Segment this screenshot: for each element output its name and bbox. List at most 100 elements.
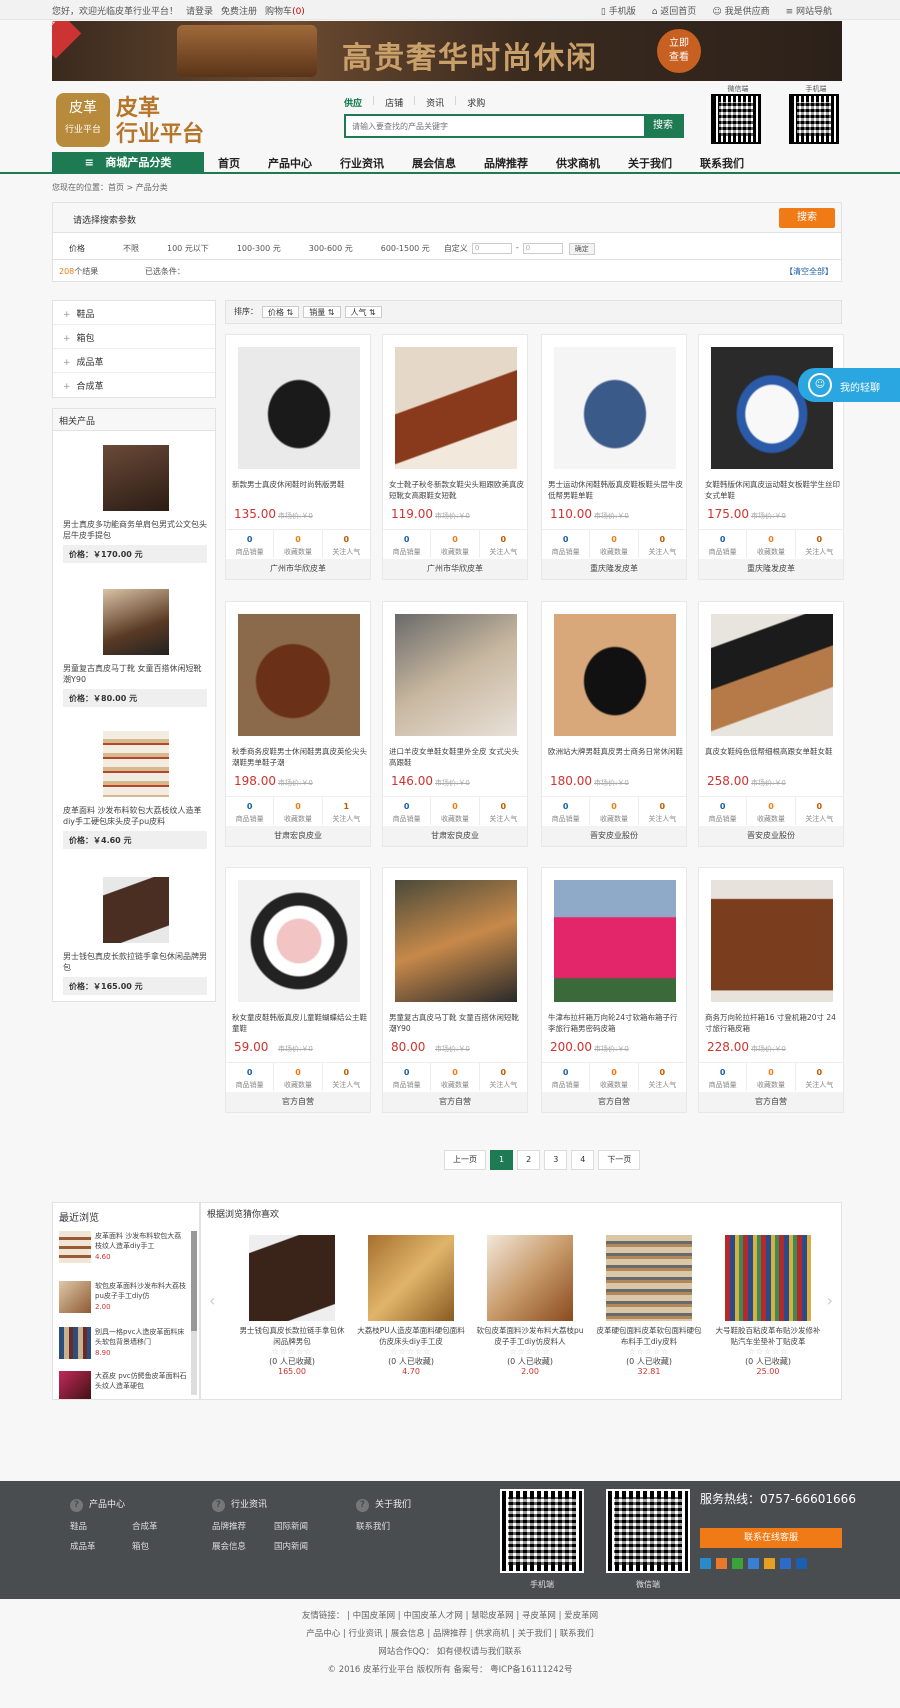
category-menu-button[interactable]: ≡ 商城产品分类 bbox=[52, 152, 204, 174]
recent-item[interactable]: 别具一格pvc人造皮革面料床头软包背景墙移门 8.90 bbox=[59, 1327, 193, 1367]
product-image[interactable] bbox=[554, 614, 676, 736]
prev-page-button[interactable]: 上一页 bbox=[444, 1150, 486, 1170]
register-link[interactable]: 免费注册 bbox=[221, 4, 257, 17]
footer-link[interactable]: 国际新闻 bbox=[274, 1520, 336, 1532]
footer-link[interactable]: 成品革 bbox=[70, 1540, 132, 1552]
nav-trade[interactable]: 供求商机 bbox=[556, 155, 600, 171]
page-button[interactable]: 2 bbox=[517, 1150, 541, 1170]
search-tab-news[interactable]: 资讯 bbox=[426, 96, 444, 109]
home-link[interactable]: ⌂ 返回首页 bbox=[652, 4, 697, 17]
friend-links[interactable]: 友情链接： | 中国皮革网 | 中国皮革人才网 | 慧聪皮革网 | 寻皮革网 |… bbox=[0, 1607, 900, 1625]
price-option[interactable]: 100-300 元 bbox=[237, 243, 281, 255]
product-name[interactable]: 秋女童皮鞋韩版真皮儿童鞋蝴蝶结公主鞋童鞋 bbox=[232, 1012, 368, 1034]
share-icon[interactable] bbox=[716, 1558, 727, 1569]
guess-item[interactable]: 大荔枝PU人造皮革面料硬包面料仿皮床头diy手工皮 ☆☆☆☆☆ (0 人已收藏)… bbox=[356, 1235, 466, 1376]
share-icon[interactable] bbox=[732, 1558, 743, 1569]
page-button[interactable]: 1 bbox=[490, 1150, 514, 1170]
bottom-nav-links[interactable]: 产品中心 | 行业资讯 | 展会信息 | 品牌推荐 | 供求商机 | 关于我们 … bbox=[0, 1625, 900, 1643]
price-option[interactable]: 600-1500 元 bbox=[381, 243, 430, 255]
footer-link[interactable]: 鞋品 bbox=[70, 1520, 132, 1532]
shop-name[interactable]: 官方自营 bbox=[542, 1092, 686, 1112]
chevron-right-icon[interactable]: › bbox=[827, 1291, 833, 1310]
product-card[interactable]: 新款男士真皮休闲鞋时尚韩版男鞋 135.00 市场价:￥0 0 商品销量 0 收藏数… bbox=[225, 334, 371, 580]
product-name[interactable]: 女鞋韩版休闲真皮运动鞋女板鞋学生丝印女式单鞋 bbox=[705, 479, 841, 501]
category-item[interactable]: + 合成革 bbox=[53, 373, 215, 397]
category-item[interactable]: + 成品革 bbox=[53, 349, 215, 373]
share-icon[interactable] bbox=[796, 1558, 807, 1569]
product-card[interactable]: 秋季商务皮鞋男士休闲鞋男真皮英伦尖头潮鞋男单鞋子潮 198.00 市场价:￥0 … bbox=[225, 601, 371, 847]
guess-item[interactable]: 软包皮革面料沙发布料大荔枝pu皮子手工diy仿皮料人 ☆☆☆☆☆ (0 人已收藏… bbox=[475, 1235, 585, 1376]
shop-name[interactable]: 广州市华欣皮革 bbox=[383, 559, 527, 579]
supplier-link[interactable]: ☺ 我是供应商 bbox=[712, 4, 769, 17]
product-card[interactable]: 进口羊皮女单鞋女鞋里外全皮 女式尖头高跟鞋 146.00 市场价:￥0 0 商品销… bbox=[382, 601, 528, 847]
recent-scrollbar[interactable] bbox=[191, 1231, 197, 1395]
shop-name[interactable]: 晋安皮业股份 bbox=[699, 826, 843, 846]
product-name[interactable]: 新款男士真皮休闲鞋时尚韩版男鞋 bbox=[232, 479, 368, 501]
guess-item[interactable]: 大号鞋胶百粘皮革布贴沙发修补贴汽车坐垫补丁贴皮革 ☆☆☆☆☆ (0 人已收藏) … bbox=[713, 1235, 823, 1376]
sitemap-link[interactable]: ≡ 网站导航 bbox=[786, 4, 832, 17]
filter-search-button[interactable]: 搜索 bbox=[779, 208, 835, 228]
product-image[interactable] bbox=[395, 880, 517, 1002]
category-item[interactable]: + 鞋品 bbox=[53, 301, 215, 325]
product-name[interactable]: 牛津布拉杆箱万向轮24寸软箱布箱子行李旅行箱男密码皮箱 bbox=[548, 1012, 684, 1034]
product-card[interactable]: 女士靴子秋冬新款女鞋尖头粗跟欧美真皮短靴女高跟鞋女短靴 119.00 市场价:￥… bbox=[382, 334, 528, 580]
next-page-button[interactable]: 下一页 bbox=[598, 1150, 641, 1170]
product-image[interactable] bbox=[711, 347, 833, 469]
shop-name[interactable]: 官方自营 bbox=[699, 1092, 843, 1112]
related-item[interactable]: 男士真皮多功能商务单肩包男式公文包头层牛皮手提包 价格：￥170.00 元 bbox=[63, 445, 207, 563]
product-card[interactable]: 欧洲站大牌男鞋真皮男士商务日常休闲鞋 180.00 市场价:￥0 0 商品销量 0… bbox=[541, 601, 687, 847]
recent-item[interactable]: 软包皮革面料沙发布料大荔枝pu皮子手工diy仿 2.00 bbox=[59, 1281, 193, 1321]
share-icon[interactable] bbox=[700, 1558, 711, 1569]
product-card[interactable]: 真皮女鞋纯色低帮细根高跟女单鞋女鞋 258.00 市场价:￥0 0 商品销量 0 收… bbox=[698, 601, 844, 847]
site-logo[interactable]: 皮革 行业平台 皮革 行业平台 bbox=[56, 93, 206, 147]
page-button[interactable]: 3 bbox=[544, 1150, 568, 1170]
footer-link[interactable]: 合成革 bbox=[132, 1520, 194, 1532]
chat-button[interactable]: ☺ 我的轻聊 bbox=[798, 368, 900, 402]
share-icon[interactable] bbox=[780, 1558, 791, 1569]
shop-name[interactable]: 甘肃宏良皮业 bbox=[383, 826, 527, 846]
sort-by-price[interactable]: 价格 ⇅ bbox=[262, 306, 300, 318]
product-image[interactable] bbox=[238, 347, 360, 469]
price-to-input[interactable]: 0 bbox=[522, 243, 563, 254]
login-link[interactable]: 请登录 bbox=[186, 4, 213, 17]
product-name[interactable]: 女士靴子秋冬新款女鞋尖头粗跟欧美真皮短靴女高跟鞋女短靴 bbox=[389, 479, 525, 501]
product-name[interactable]: 进口羊皮女单鞋女鞋里外全皮 女式尖头高跟鞋 bbox=[389, 746, 525, 768]
product-name[interactable]: 欧洲站大牌男鞋真皮男士商务日常休闲鞋 bbox=[548, 746, 684, 768]
price-from-input[interactable]: 0 bbox=[471, 243, 512, 254]
nav-home[interactable]: 首页 bbox=[218, 155, 240, 171]
product-card[interactable]: 秋女童皮鞋韩版真皮儿童鞋蝴蝶结公主鞋童鞋 59.00 市场价:￥0 0 商品销量 … bbox=[225, 867, 371, 1113]
clear-all-link[interactable]: 【清空全部】 bbox=[785, 266, 833, 277]
price-option[interactable]: 300-600 元 bbox=[309, 243, 353, 255]
sort-by-sales[interactable]: 销量 ⇅ bbox=[303, 306, 341, 318]
price-option[interactable]: 不限 bbox=[123, 243, 139, 255]
product-image[interactable] bbox=[395, 614, 517, 736]
cart-link[interactable]: 购物车(0) bbox=[265, 4, 305, 17]
product-name[interactable]: 秋季商务皮鞋男士休闲鞋男真皮英伦尖头潮鞋男单鞋子潮 bbox=[232, 746, 368, 768]
footer-link[interactable]: 国内新闻 bbox=[274, 1540, 336, 1552]
search-input[interactable] bbox=[346, 116, 644, 136]
product-card[interactable]: 牛津布拉杆箱万向轮24寸软箱布箱子行李旅行箱男密码皮箱 200.00 市场价:￥… bbox=[541, 867, 687, 1113]
nav-about[interactable]: 关于我们 bbox=[628, 155, 672, 171]
shop-name[interactable]: 官方自营 bbox=[383, 1092, 527, 1112]
promo-banner[interactable]: 品牌直销 高贵奢华时尚休闲 立即 查看 bbox=[52, 21, 842, 81]
search-tab-buy[interactable]: 求购 bbox=[467, 96, 485, 109]
shop-name[interactable]: 官方自营 bbox=[226, 1092, 370, 1112]
page-button[interactable]: 4 bbox=[571, 1150, 595, 1170]
product-card[interactable]: 男士运动休闲鞋韩版真皮鞋板鞋头层牛皮低帮男鞋单鞋 110.00 市场价:￥0 0… bbox=[541, 334, 687, 580]
share-icon[interactable] bbox=[764, 1558, 775, 1569]
guess-item[interactable]: 男士钱包真皮长款拉链手拿包休闲品牌男包 ☆☆☆☆☆ (0 人已收藏) 165.0… bbox=[237, 1235, 347, 1376]
related-item[interactable]: 男童复古真皮马丁靴 女童百搭休闲短靴潮Y90 价格：￥80.00 元 bbox=[63, 589, 207, 707]
search-button[interactable]: 搜索 bbox=[644, 116, 682, 136]
online-service-button[interactable]: 联系在线客服 bbox=[700, 1528, 842, 1548]
mobile-link[interactable]: ▯ 手机版 bbox=[601, 4, 636, 17]
footer-link[interactable]: 联系我们 bbox=[356, 1520, 416, 1532]
guess-item[interactable]: 皮革硬包面料皮革软包面料硬包布料手工diy皮料 ☆☆☆☆☆ (0 人已收藏) 3… bbox=[594, 1235, 704, 1376]
product-image[interactable] bbox=[395, 347, 517, 469]
nav-exhibition[interactable]: 展会信息 bbox=[412, 155, 456, 171]
price-option[interactable]: 100 元以下 bbox=[167, 243, 209, 255]
chevron-left-icon[interactable]: ‹ bbox=[209, 1291, 215, 1310]
nav-news[interactable]: 行业资讯 bbox=[340, 155, 384, 171]
nav-brands[interactable]: 品牌推荐 bbox=[484, 155, 528, 171]
product-name[interactable]: 商务万向轮拉杆箱16 寸登机箱20寸 24寸旅行箱皮箱 bbox=[705, 1012, 841, 1034]
product-image[interactable] bbox=[554, 347, 676, 469]
